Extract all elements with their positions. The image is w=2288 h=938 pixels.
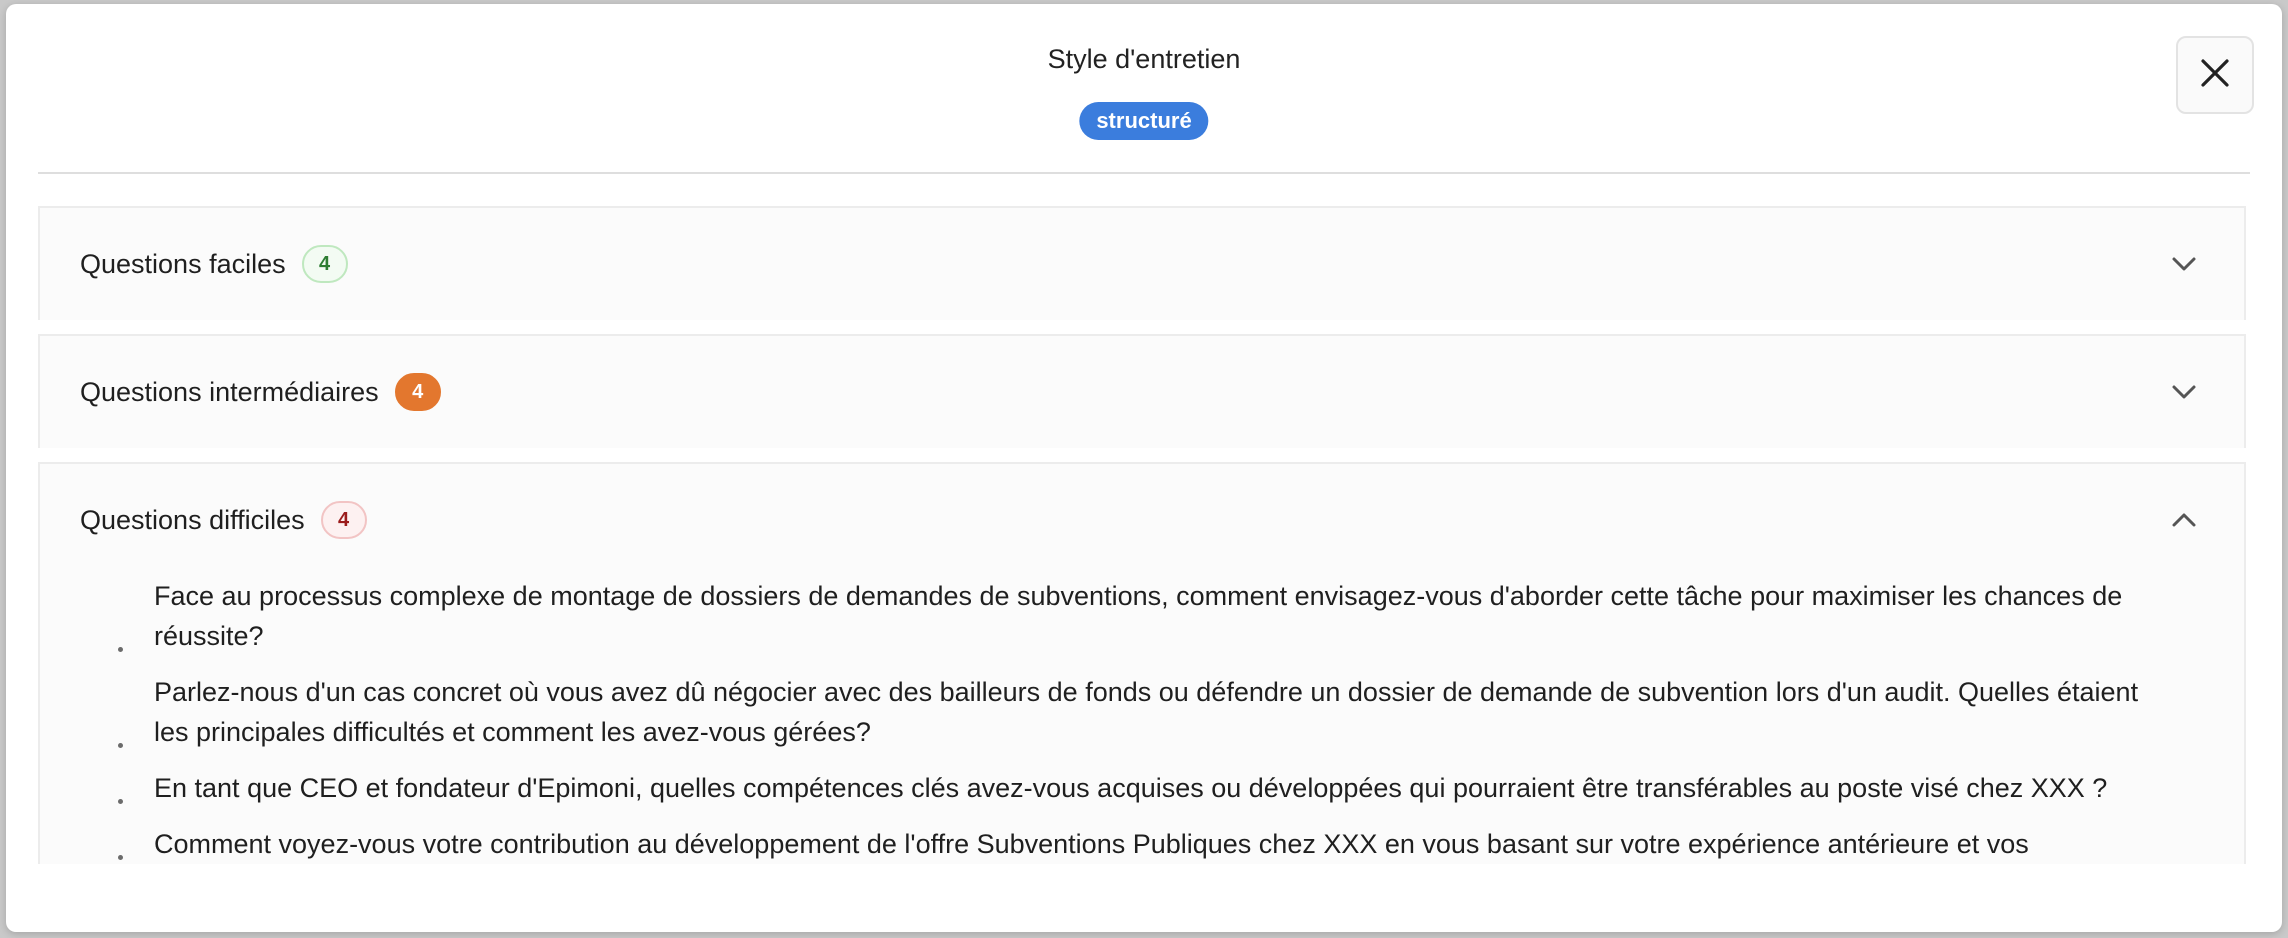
- question-text: Parlez-nous d'un cas concret où vous ave…: [154, 677, 2139, 747]
- bullet-icon: [118, 743, 123, 748]
- question-count-badge: 4: [301, 245, 348, 283]
- chevron-up-icon: [2166, 502, 2202, 538]
- bullet-icon: [118, 799, 123, 804]
- section-title: Questions difficiles: [80, 504, 305, 535]
- list-item: En tant que CEO et fondateur d'Epimoni, …: [118, 768, 2154, 808]
- section-header-hard[interactable]: Questions difficiles 4: [40, 464, 2244, 576]
- question-text: Comment voyez-vous votre contribution au…: [154, 829, 2029, 859]
- list-item: Comment voyez-vous votre contribution au…: [118, 824, 2154, 864]
- chevron-down-icon: [2166, 374, 2202, 410]
- section-intermediate-questions: Questions intermédiaires 4: [38, 334, 2246, 448]
- section-header-intermediate[interactable]: Questions intermédiaires 4: [40, 336, 2244, 448]
- list-item: Parlez-nous d'un cas concret où vous ave…: [118, 672, 2154, 752]
- chevron-down-icon: [2166, 246, 2202, 282]
- bullet-icon: [118, 855, 123, 860]
- question-text: En tant que CEO et fondateur d'Epimoni, …: [154, 773, 2108, 803]
- section-hard-questions: Questions difficiles 4 Face au processus…: [38, 462, 2246, 864]
- question-count-badge: 4: [394, 373, 441, 411]
- close-button[interactable]: [2176, 36, 2254, 114]
- section-header-easy[interactable]: Questions faciles 4: [40, 208, 2244, 320]
- question-count-badge: 4: [320, 501, 367, 539]
- interview-style-badge: structuré: [1079, 102, 1209, 140]
- section-title: Questions faciles: [80, 248, 286, 279]
- bullet-icon: [118, 647, 123, 652]
- question-text: Face au processus complexe de montage de…: [154, 581, 2123, 651]
- dialog-title: Style d'entretien: [1047, 44, 1241, 74]
- interview-style-dialog: Style d'entretien structuré Questions fa…: [6, 4, 2282, 932]
- question-list: Face au processus complexe de montage de…: [40, 576, 2244, 864]
- section-title: Questions intermédiaires: [80, 376, 379, 407]
- list-item: Face au processus complexe de montage de…: [118, 576, 2154, 656]
- dialog-header: Style d'entretien structuré: [38, 4, 2254, 174]
- close-icon: [2198, 56, 2232, 95]
- section-easy-questions: Questions faciles 4: [38, 206, 2246, 320]
- questions-accordion: Questions faciles 4 Questions intermédia…: [38, 206, 2246, 880]
